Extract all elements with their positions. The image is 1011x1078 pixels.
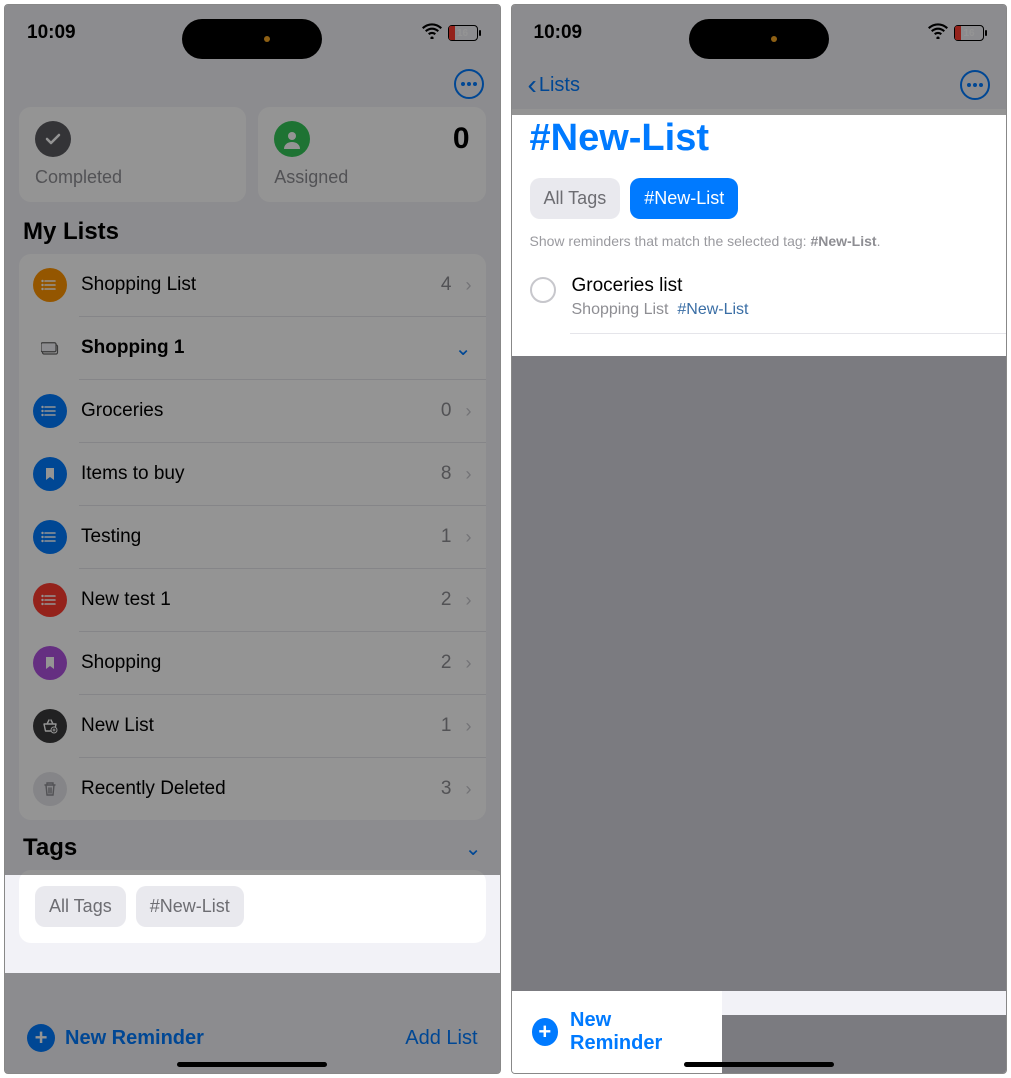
chevron-right-icon: › <box>466 653 472 674</box>
chevron-right-icon: › <box>466 590 472 611</box>
chevron-right-icon: › <box>466 527 472 548</box>
home-indicator <box>684 1062 834 1067</box>
assigned-card[interactable]: 0 Assigned <box>258 107 485 202</box>
left-screenshot: 10:09 16 Completed <box>4 4 501 1074</box>
chevron-right-icon: › <box>466 464 472 485</box>
battery-icon: 16 <box>448 25 478 41</box>
assigned-label: Assigned <box>274 167 469 188</box>
my-lists-title: My Lists <box>5 202 500 254</box>
list-row-testing[interactable]: Testing 1 › <box>19 506 486 568</box>
checkmark-icon <box>35 121 71 157</box>
reminder-meta: Shopping List #New-List <box>572 301 989 319</box>
reminder-complete-toggle[interactable] <box>530 277 556 303</box>
more-button[interactable] <box>960 70 990 100</box>
assigned-count: 0 <box>453 122 470 156</box>
reminder-row[interactable]: Groceries list Shopping List #New-List <box>512 263 1007 333</box>
page-title: #New-List <box>512 109 1007 172</box>
list-row-recently-deleted[interactable]: Recently Deleted 3 › <box>19 758 486 820</box>
tag-filter-new-list[interactable]: #New-List <box>630 178 738 219</box>
list-row-new-test-1[interactable]: New test 1 2 › <box>19 569 486 631</box>
status-bar: 10:09 16 <box>5 5 500 61</box>
tags-card: All Tags #New-List <box>19 870 486 943</box>
status-time: 10:09 <box>534 22 583 44</box>
tag-new-list[interactable]: #New-List <box>136 886 244 927</box>
wifi-icon <box>422 23 442 44</box>
navbar <box>5 61 500 107</box>
person-icon <box>274 121 310 157</box>
status-bar: 10:09 16 <box>512 5 1007 61</box>
bookmark-icon <box>33 457 67 491</box>
chevron-right-icon: › <box>466 275 472 296</box>
filter-help-text: Show reminders that match the selected t… <box>512 231 1007 263</box>
list-icon <box>33 583 67 617</box>
list-row-groceries[interactable]: Groceries 0 › <box>19 380 486 442</box>
list-icon <box>33 520 67 554</box>
folder-icon <box>33 331 67 365</box>
back-button[interactable]: ‹ Lists <box>528 71 580 99</box>
wifi-icon <box>928 23 948 44</box>
more-button[interactable] <box>454 69 484 99</box>
chevron-down-icon[interactable]: ⌄ <box>455 336 472 361</box>
tag-filter-all[interactable]: All Tags <box>530 178 621 219</box>
add-list-button[interactable]: Add List <box>405 1027 477 1050</box>
list-icon <box>33 394 67 428</box>
new-reminder-button[interactable]: + New Reminder <box>27 1024 204 1052</box>
basket-icon <box>33 709 67 743</box>
completed-card[interactable]: Completed <box>19 107 246 202</box>
home-indicator <box>177 1062 327 1067</box>
chevron-right-icon: › <box>466 401 472 422</box>
list-row-items-to-buy[interactable]: Items to buy 8 › <box>19 443 486 505</box>
status-time: 10:09 <box>27 22 76 44</box>
plus-circle-icon: + <box>27 1024 55 1052</box>
navbar: ‹ Lists <box>512 61 1007 109</box>
trash-icon <box>33 772 67 806</box>
tag-all[interactable]: All Tags <box>35 886 126 927</box>
chevron-left-icon: ‹ <box>528 71 537 99</box>
bookmark-icon <box>33 646 67 680</box>
list-row-shopping-folder[interactable]: Shopping 1 ⌄ <box>19 317 486 379</box>
empty-area <box>512 356 1007 991</box>
list-row-shopping-list[interactable]: Shopping List 4 › <box>19 254 486 316</box>
chevron-right-icon: › <box>466 716 472 737</box>
lists-container: Shopping List 4 › Shopping 1 ⌄ Groceries… <box>19 254 486 820</box>
list-row-new-list[interactable]: New List 1 › <box>19 695 486 757</box>
dynamic-island <box>182 19 322 59</box>
list-row-shopping[interactable]: Shopping 2 › <box>19 632 486 694</box>
right-screenshot: 10:09 16 ‹ Lists #New-List All Tags #New… <box>511 4 1008 1074</box>
chevron-right-icon: › <box>466 779 472 800</box>
chevron-down-icon[interactable]: ⌄ <box>465 836 482 861</box>
reminder-title: Groceries list <box>572 275 989 297</box>
list-icon <box>33 268 67 302</box>
plus-circle-icon: + <box>532 1018 559 1046</box>
new-reminder-button[interactable]: + New Reminder <box>512 991 722 1073</box>
dynamic-island <box>689 19 829 59</box>
tags-title: Tags <box>23 834 77 862</box>
completed-label: Completed <box>35 167 230 188</box>
tags-filter-row: All Tags #New-List <box>512 172 1007 231</box>
battery-icon: 16 <box>954 25 984 41</box>
